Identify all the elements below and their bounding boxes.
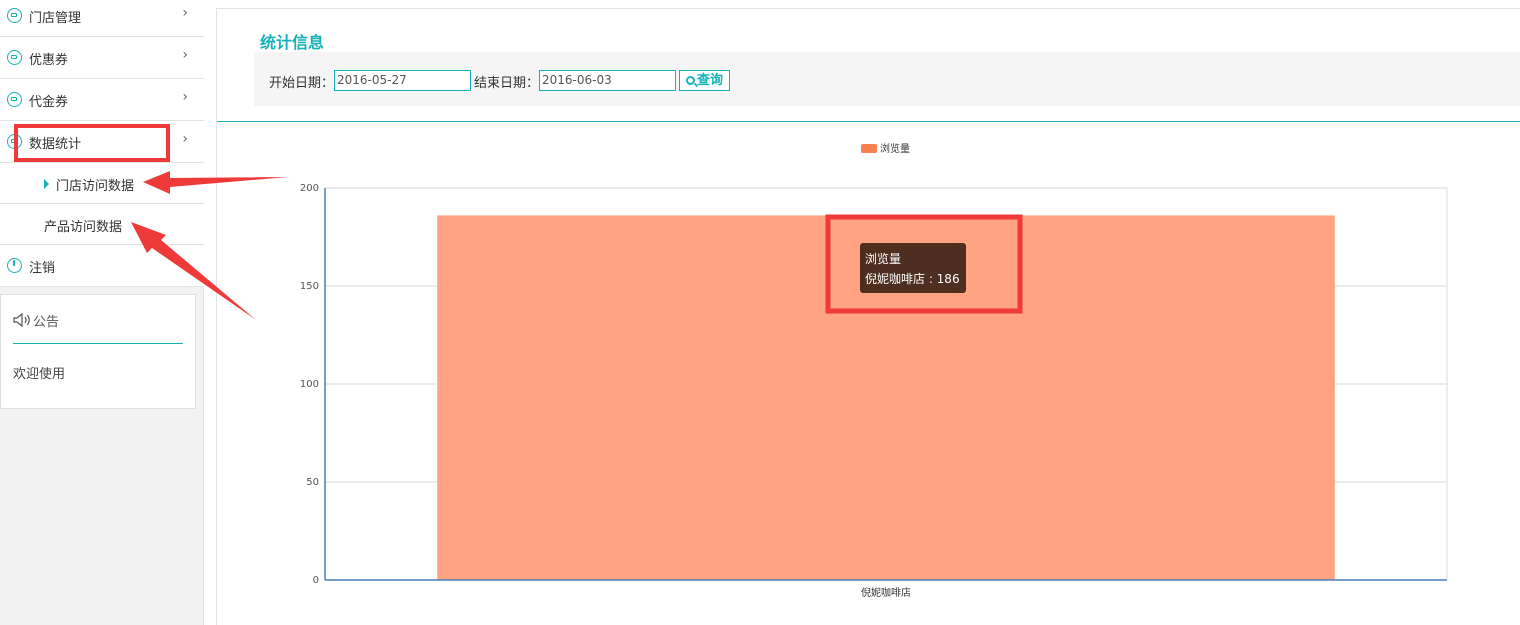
app-root: 门店管理 › 优惠券 › 代金券 › 数据统计 › 门店访问数据 产品访问数据 (0, 0, 1520, 625)
y-tick-label: 150 (300, 281, 319, 292)
x-tick-label: 倪妮咖啡店 (861, 586, 911, 599)
legend-label: 浏览量 (880, 142, 910, 155)
tooltip-series: 浏览量 (865, 251, 901, 266)
y-tick-label: 200 (300, 183, 319, 194)
tooltip-value: 倪妮咖啡店 : 186 (865, 271, 960, 286)
y-tick-label: 50 (306, 477, 319, 488)
y-tick-label: 0 (313, 575, 319, 586)
y-tick-label: 100 (300, 379, 319, 390)
legend-swatch (861, 144, 877, 153)
bar-chart: 050100150200倪妮咖啡店浏览量浏览量倪妮咖啡店 : 186 (300, 142, 1448, 599)
